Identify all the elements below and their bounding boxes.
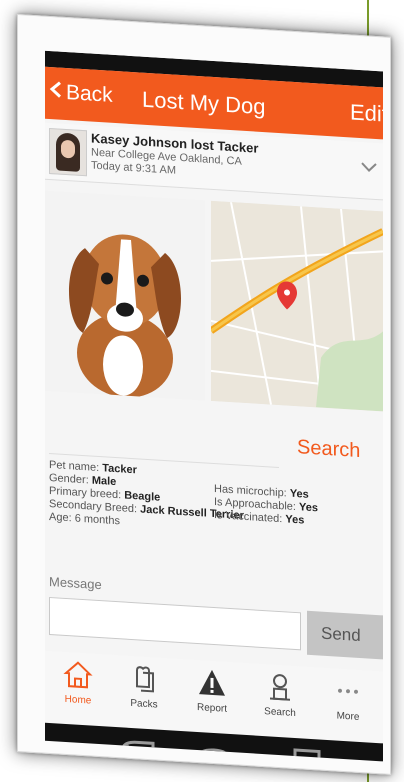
home-icon xyxy=(63,661,93,689)
avatar[interactable] xyxy=(49,127,87,177)
search-icon xyxy=(270,674,290,701)
chevron-left-icon xyxy=(49,80,63,105)
device-frame: Back Lost My Dog Edit Kasey Johnson lost… xyxy=(17,14,391,775)
home-nav-icon[interactable] xyxy=(195,748,233,761)
warning-icon xyxy=(199,669,225,696)
send-button[interactable]: Send xyxy=(307,610,383,660)
tab-home[interactable]: Home xyxy=(47,651,109,727)
more-dots-icon xyxy=(338,688,358,694)
phone-screen: Back Lost My Dog Edit Kasey Johnson lost… xyxy=(45,50,383,762)
tab-more[interactable]: More xyxy=(317,667,379,743)
edit-button[interactable]: Edit xyxy=(350,99,383,127)
pet-details: Pet name: Tacker Gender: Male Primary br… xyxy=(49,459,379,527)
back-nav-icon[interactable] xyxy=(120,740,155,756)
message-label: Message xyxy=(49,573,102,593)
tab-report[interactable]: Report xyxy=(181,659,243,735)
recents-nav-icon[interactable] xyxy=(293,748,321,762)
page-title: Lost My Dog xyxy=(142,86,266,120)
dog-photo[interactable] xyxy=(45,190,205,401)
message-input[interactable] xyxy=(49,596,301,651)
packs-icon xyxy=(136,666,154,693)
location-map[interactable] xyxy=(211,200,383,412)
back-button[interactable]: Back xyxy=(49,80,113,108)
tab-packs[interactable]: Packs xyxy=(113,655,175,731)
chevron-down-icon[interactable] xyxy=(361,156,377,178)
back-label: Back xyxy=(66,80,113,107)
search-link[interactable]: Search xyxy=(297,436,360,463)
tab-search[interactable]: Search xyxy=(249,663,311,739)
